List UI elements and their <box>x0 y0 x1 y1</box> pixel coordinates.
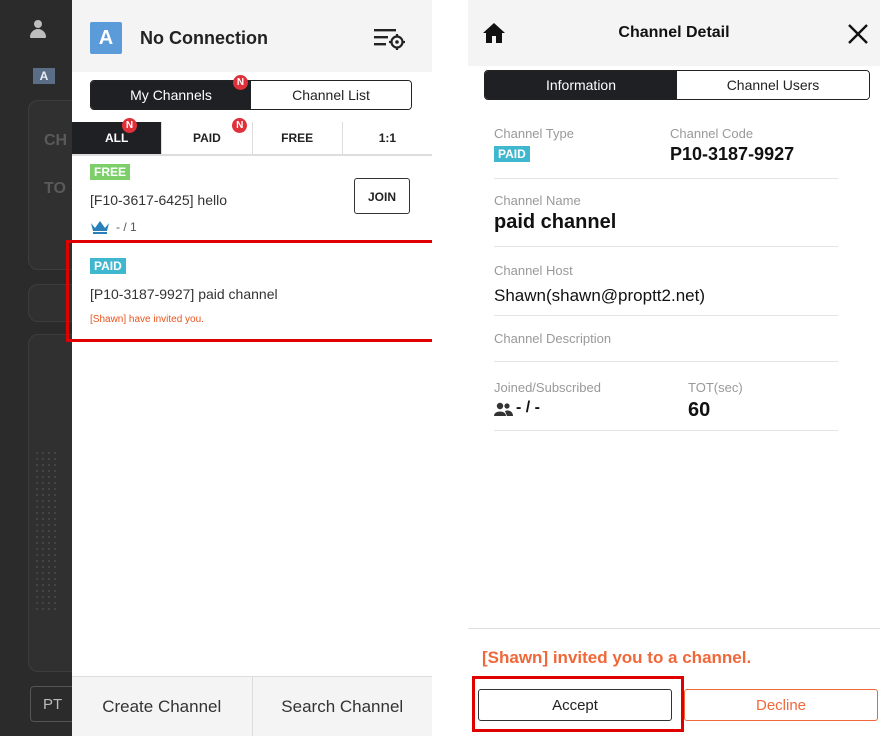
detail-header: Channel Detail <box>468 0 880 66</box>
tab-information[interactable]: Information <box>485 71 677 99</box>
channel-name: [P10-3187-9927] paid channel <box>90 286 278 302</box>
create-channel-button[interactable]: Create Channel <box>72 677 253 736</box>
filter-tab-one-to-one[interactable]: 1:1 <box>343 122 432 154</box>
invite-message: [Shawn] invited you to a channel. <box>482 648 752 667</box>
tot-value: 60 <box>688 399 711 421</box>
bottom-actions: Create Channel Search Channel <box>72 676 432 736</box>
channel-drawer: A No Connection My Channels N Channel Li… <box>72 0 432 736</box>
channel-name-label: Channel Name <box>494 193 581 208</box>
divider <box>494 430 838 431</box>
divider <box>468 628 880 629</box>
list-item[interactable]: FREE [F10-3617-6425] hello - / 1 JOIN <box>72 158 432 238</box>
background-badge: A <box>33 68 55 84</box>
filter-tab-label: ALL <box>104 131 129 145</box>
list-settings-icon[interactable] <box>372 26 408 52</box>
page-title: Channel Detail <box>618 24 730 41</box>
tab-channel-list[interactable]: Channel List <box>251 81 411 109</box>
channel-host-label: Channel Host <box>494 263 573 278</box>
divider <box>494 361 838 362</box>
divider <box>494 246 838 247</box>
channel-segmented-control: My Channels N Channel List <box>90 75 412 110</box>
filter-tab-free[interactable]: FREE <box>253 122 343 154</box>
channel-name: [F10-3617-6425] hello <box>90 192 227 208</box>
new-badge: N <box>233 75 248 90</box>
tot-label: TOT(sec) <box>688 380 743 395</box>
free-tag: FREE <box>90 164 131 180</box>
tab-my-channels[interactable]: My Channels N <box>91 75 251 109</box>
users-icon <box>494 402 513 416</box>
decline-button[interactable]: Decline <box>684 689 878 721</box>
channel-description-label: Channel Description <box>494 331 612 346</box>
left-screen: A CH TO PT A No Connection My Channels N… <box>0 0 432 736</box>
filter-tab-paid[interactable]: PAID N <box>162 118 253 154</box>
invite-note: [Shawn] have invited you. <box>90 314 204 325</box>
tab-label: My Channels <box>130 87 212 103</box>
filter-tab-label: PAID <box>192 131 221 145</box>
background-speaker-grille <box>34 450 58 610</box>
accept-button[interactable]: Accept <box>478 689 672 721</box>
user-icon <box>30 20 46 40</box>
background-text: CH <box>44 132 68 149</box>
background-text: TO <box>44 180 66 197</box>
search-channel-button[interactable]: Search Channel <box>253 677 433 736</box>
paid-tag: PAID <box>494 146 530 162</box>
tab-channel-users[interactable]: Channel Users <box>677 71 869 99</box>
filter-tabs: ALL N PAID N FREE 1:1 <box>72 118 432 156</box>
channel-host-value: Shawn(shawn@proptt2.net) <box>494 286 705 305</box>
new-badge: N <box>232 118 248 133</box>
joined-label: Joined/Subscribed <box>494 380 601 395</box>
connection-status: No Connection <box>140 28 268 48</box>
close-icon[interactable] <box>846 22 870 46</box>
avatar[interactable]: A <box>90 22 122 54</box>
drawer-header: A No Connection <box>72 0 432 72</box>
crown-icon <box>91 221 109 234</box>
detail-tabs: Information Channel Users <box>484 70 870 100</box>
divider <box>494 315 838 316</box>
right-screen: Channel Detail Information Channel Users… <box>468 0 880 736</box>
channel-name-value: paid channel <box>494 211 617 233</box>
user-count: - / 1 <box>116 220 137 234</box>
channel-code-value: P10-3187-9927 <box>670 144 795 164</box>
channel-code-label: Channel Code <box>670 126 754 141</box>
join-button[interactable]: JOIN <box>354 178 410 214</box>
new-badge: N <box>122 118 137 133</box>
joined-value: - / - <box>516 399 540 416</box>
filter-tab-all[interactable]: ALL N <box>72 118 163 154</box>
divider <box>494 178 838 179</box>
channel-type-label: Channel Type <box>494 126 574 141</box>
paid-tag: PAID <box>90 258 126 274</box>
background-app: A CH TO PT <box>0 0 90 736</box>
list-item[interactable]: PAID [P10-3187-9927] paid channel [Shawn… <box>72 248 432 336</box>
